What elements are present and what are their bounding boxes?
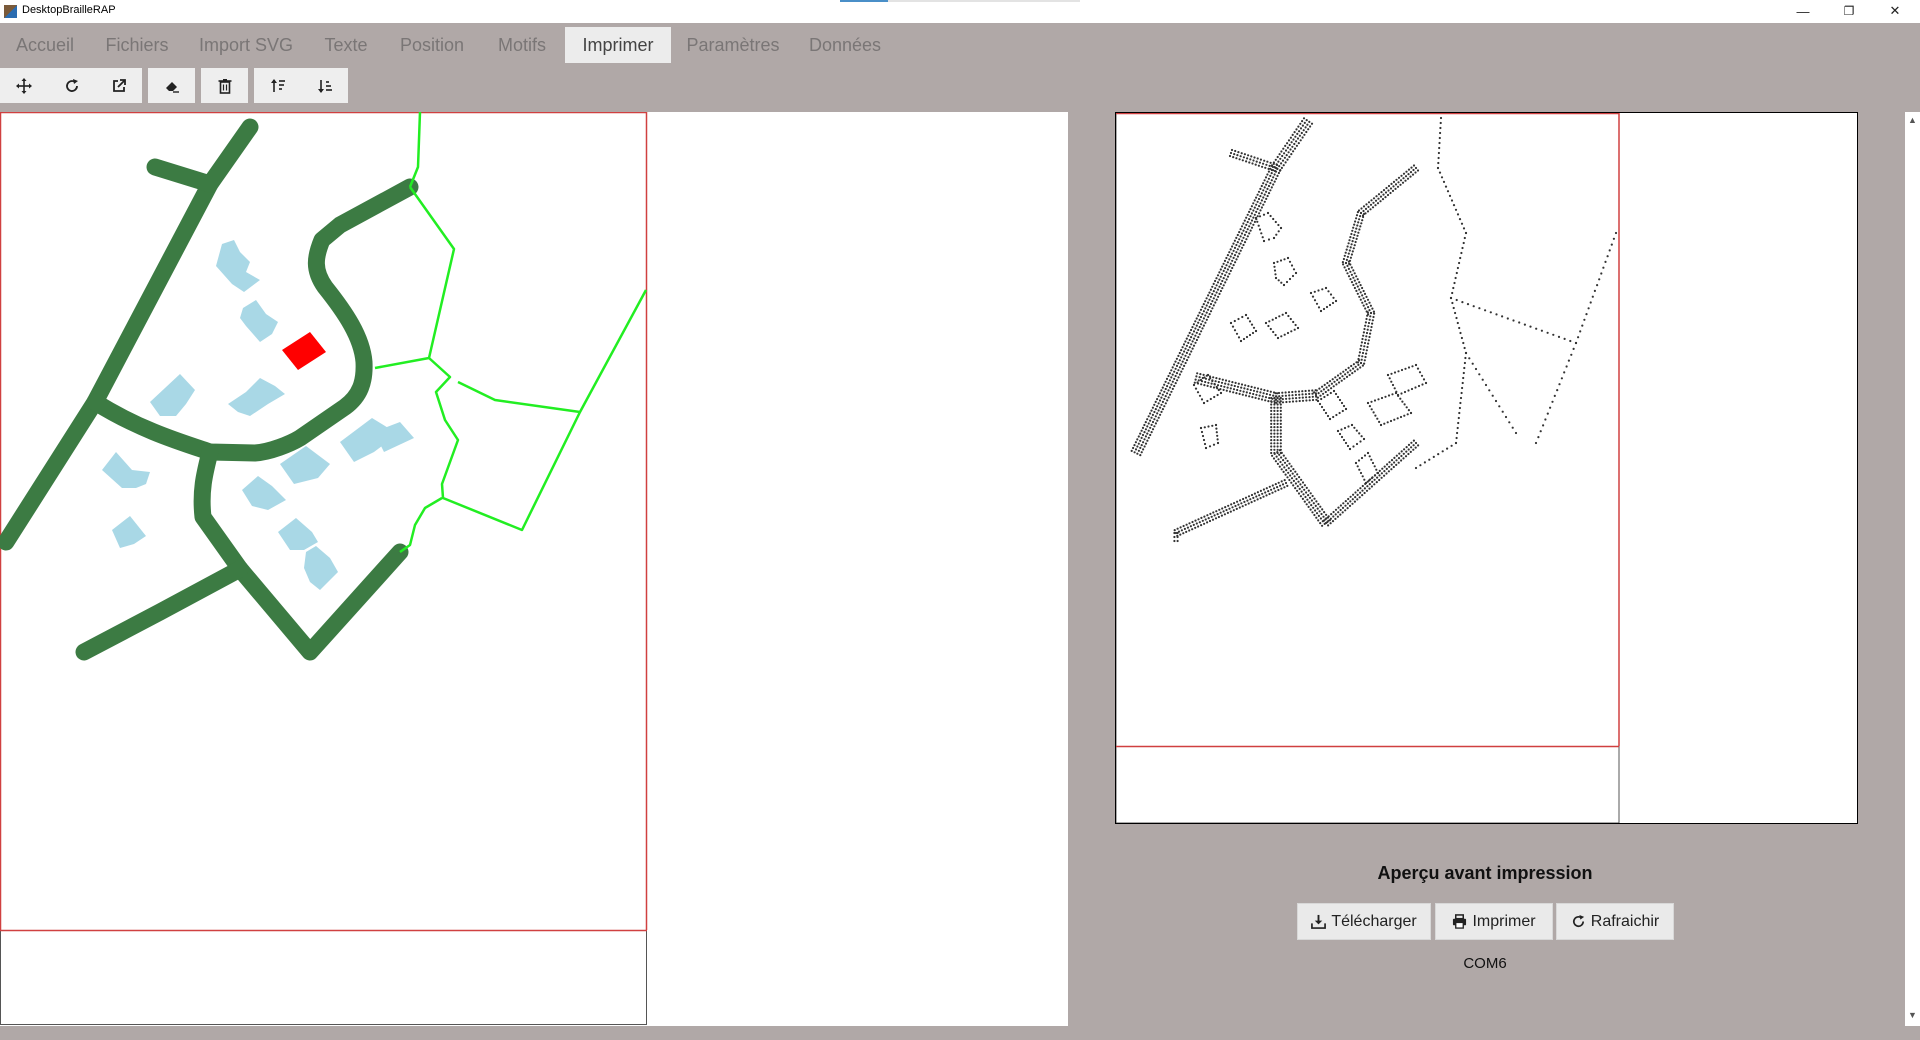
tab-fichiers[interactable]: Fichiers bbox=[96, 27, 178, 63]
eraser-button[interactable] bbox=[148, 68, 195, 103]
vertical-scrollbar[interactable]: ▲ ▼ bbox=[1905, 112, 1920, 1026]
minimize-button[interactable]: — bbox=[1780, 0, 1826, 22]
sort-ascending-button[interactable] bbox=[254, 68, 301, 103]
tab-texte[interactable]: Texte bbox=[312, 27, 380, 63]
print-label: Imprimer bbox=[1472, 912, 1536, 930]
trash-icon bbox=[218, 78, 231, 94]
serial-port-label: COM6 bbox=[1463, 955, 1507, 972]
preview-page-frame bbox=[1116, 113, 1620, 823]
rotate-button[interactable] bbox=[48, 68, 95, 103]
external-link-button[interactable] bbox=[95, 68, 142, 103]
delete-button[interactable] bbox=[201, 68, 248, 103]
tab-accueil[interactable]: Accueil bbox=[4, 27, 86, 63]
app-icon bbox=[4, 5, 17, 18]
sort-ascending-icon bbox=[270, 78, 285, 92]
move-button[interactable] bbox=[0, 68, 48, 103]
download-label: Télécharger bbox=[1331, 912, 1417, 930]
refresh-icon bbox=[1572, 914, 1584, 928]
title-accent-track bbox=[888, 0, 1080, 2]
scroll-down-icon[interactable]: ▼ bbox=[1907, 1010, 1918, 1021]
printer-icon bbox=[1453, 914, 1467, 929]
close-button[interactable]: ✕ bbox=[1872, 0, 1918, 22]
sort-descending-button[interactable] bbox=[301, 68, 348, 103]
boundaries-layer[interactable] bbox=[374, 112, 648, 554]
rotate-icon bbox=[65, 78, 78, 92]
roads-layer[interactable] bbox=[0, 118, 419, 661]
print-preview-canvas bbox=[1115, 112, 1858, 824]
map-canvas[interactable] bbox=[0, 112, 1068, 1026]
print-button[interactable]: Imprimer bbox=[1435, 903, 1553, 940]
tab-donnees[interactable]: Données bbox=[800, 27, 890, 63]
tab-parametres[interactable]: Paramètres bbox=[678, 27, 788, 63]
tab-imprimer[interactable]: Imprimer bbox=[565, 27, 671, 63]
move-icon bbox=[16, 77, 32, 94]
download-button[interactable]: Télécharger bbox=[1297, 903, 1431, 940]
menu-bar: Accueil Fichiers Import SVG Texte Positi… bbox=[0, 23, 1920, 67]
refresh-button[interactable]: Rafraichir bbox=[1556, 903, 1674, 940]
title-bar: DesktopBrailleRAP — ❐ ✕ bbox=[0, 0, 1920, 23]
restore-button[interactable]: ❐ bbox=[1826, 0, 1872, 22]
title-accent bbox=[840, 0, 888, 2]
tab-import-svg[interactable]: Import SVG bbox=[190, 27, 302, 63]
tab-position[interactable]: Position bbox=[392, 27, 472, 63]
refresh-label: Rafraichir bbox=[1590, 912, 1660, 930]
selected-building[interactable] bbox=[282, 332, 326, 370]
app-title: DesktopBrailleRAP bbox=[22, 4, 116, 16]
download-icon bbox=[1311, 914, 1327, 929]
external-link-icon bbox=[112, 78, 126, 92]
tab-motifs[interactable]: Motifs bbox=[484, 27, 560, 63]
braille-dots-layer bbox=[1130, 116, 1618, 543]
sort-descending-icon bbox=[317, 79, 332, 93]
preview-title: Aperçu avant impression bbox=[1377, 863, 1593, 883]
eraser-icon bbox=[165, 81, 179, 93]
scroll-up-icon[interactable]: ▲ bbox=[1907, 115, 1918, 126]
